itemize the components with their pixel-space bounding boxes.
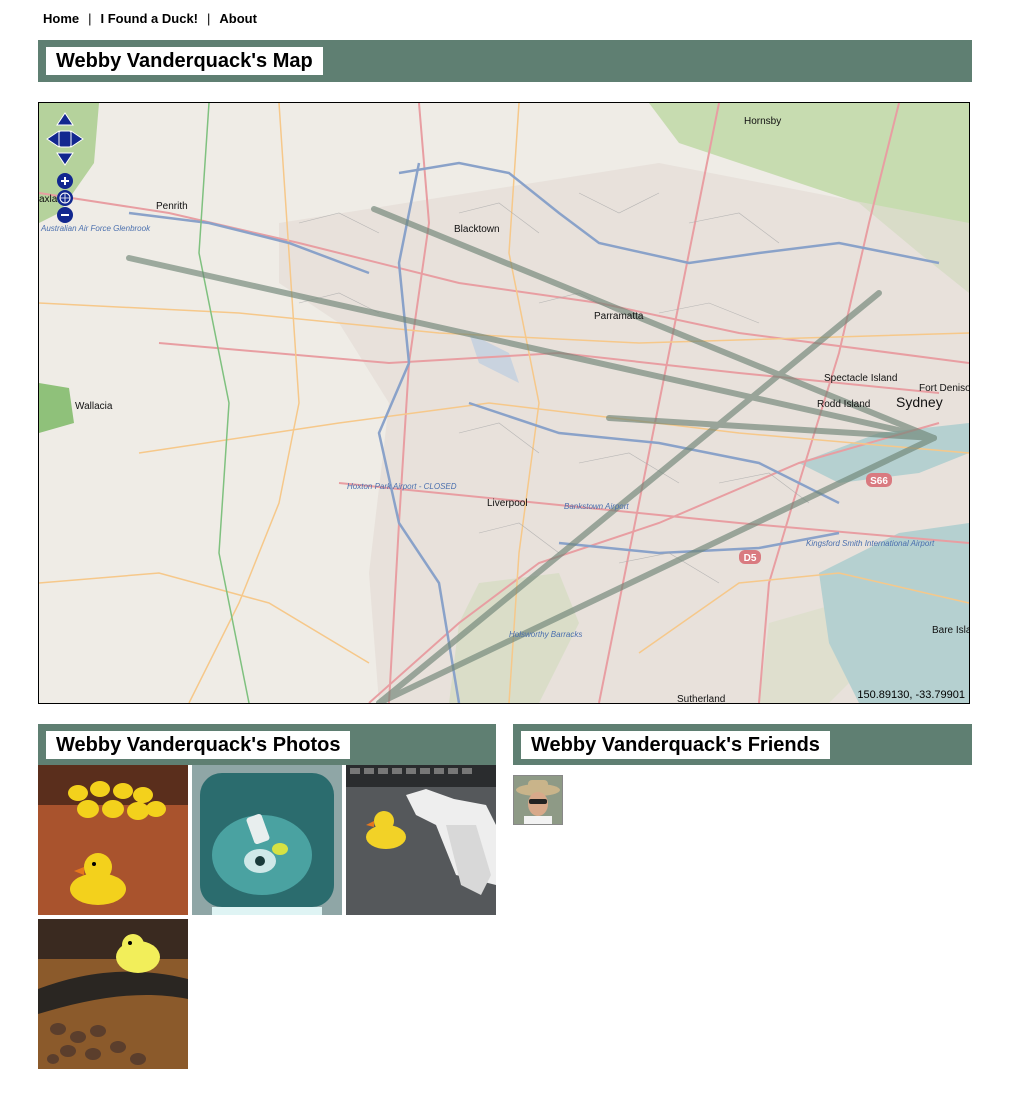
map-coordinates-readout: 150.89130, -33.79901 <box>857 689 965 701</box>
place-label: Kingsford Smith International Airport <box>806 539 935 548</box>
place-label: Sydney <box>896 394 943 410</box>
s66-shield: S66 <box>866 473 892 487</box>
place-label: Rodd Island <box>817 399 870 410</box>
zoom-out-icon[interactable] <box>57 207 73 223</box>
duck-on-rocks-photo[interactable] <box>38 919 188 1069</box>
place-label: Spectacle Island <box>824 373 897 384</box>
place-label: Bare Island <box>932 625 969 636</box>
place-label: Wallacia <box>75 401 113 412</box>
nav-about-link[interactable]: About <box>219 11 257 26</box>
nav-home-link[interactable]: Home <box>43 11 79 26</box>
place-label: Penrith <box>156 201 188 212</box>
place-label: Liverpool <box>487 498 528 509</box>
place-label: Parramatta <box>594 311 644 322</box>
pan-right-icon[interactable] <box>70 130 84 148</box>
svg-text:S66: S66 <box>870 476 888 487</box>
place-label: Fort Denison <box>919 383 969 394</box>
place-label: Hornsby <box>744 116 781 127</box>
nav-separator: | <box>88 11 92 26</box>
top-nav: Home | I Found a Duck! | About <box>43 11 257 26</box>
svg-text:D5: D5 <box>744 553 757 564</box>
friends-section-title: Webby Vanderquack's Friends <box>521 731 830 759</box>
map-section-title: Webby Vanderquack's Map <box>46 47 323 75</box>
map-view[interactable]: S66 D5 Hornsby Penrith axla Australian A… <box>38 102 970 704</box>
place-label: Holsworthy Barracks <box>509 630 582 639</box>
d5-shield: D5 <box>739 550 761 564</box>
friend-avatar[interactable] <box>513 775 563 825</box>
zoom-in-icon[interactable] <box>57 173 73 189</box>
place-label: Bankstown Airport <box>564 502 629 511</box>
photos-section-header: Webby Vanderquack's Photos <box>38 724 496 765</box>
pan-down-icon[interactable] <box>56 152 74 166</box>
place-label: Hoxton Park Airport - CLOSED <box>347 482 457 491</box>
duck-group-photo[interactable] <box>38 765 188 915</box>
pan-up-icon[interactable] <box>56 112 74 126</box>
duck-with-phone-photo[interactable] <box>346 765 496 915</box>
photos-section-title: Webby Vanderquack's Photos <box>46 731 351 759</box>
map-controls <box>45 111 85 231</box>
nav-found-duck-link[interactable]: I Found a Duck! <box>101 11 199 26</box>
place-label: Sutherland <box>677 694 725 703</box>
nav-separator: | <box>207 11 211 26</box>
friends-section-header: Webby Vanderquack's Friends <box>513 724 972 765</box>
duck-in-sink-photo[interactable] <box>192 765 342 915</box>
map-canvas[interactable]: S66 D5 Hornsby Penrith axla Australian A… <box>39 103 969 703</box>
pan-left-icon[interactable] <box>46 130 60 148</box>
world-icon[interactable] <box>57 190 73 206</box>
map-section-header: Webby Vanderquack's Map <box>38 40 972 82</box>
place-label: Blacktown <box>454 224 500 235</box>
